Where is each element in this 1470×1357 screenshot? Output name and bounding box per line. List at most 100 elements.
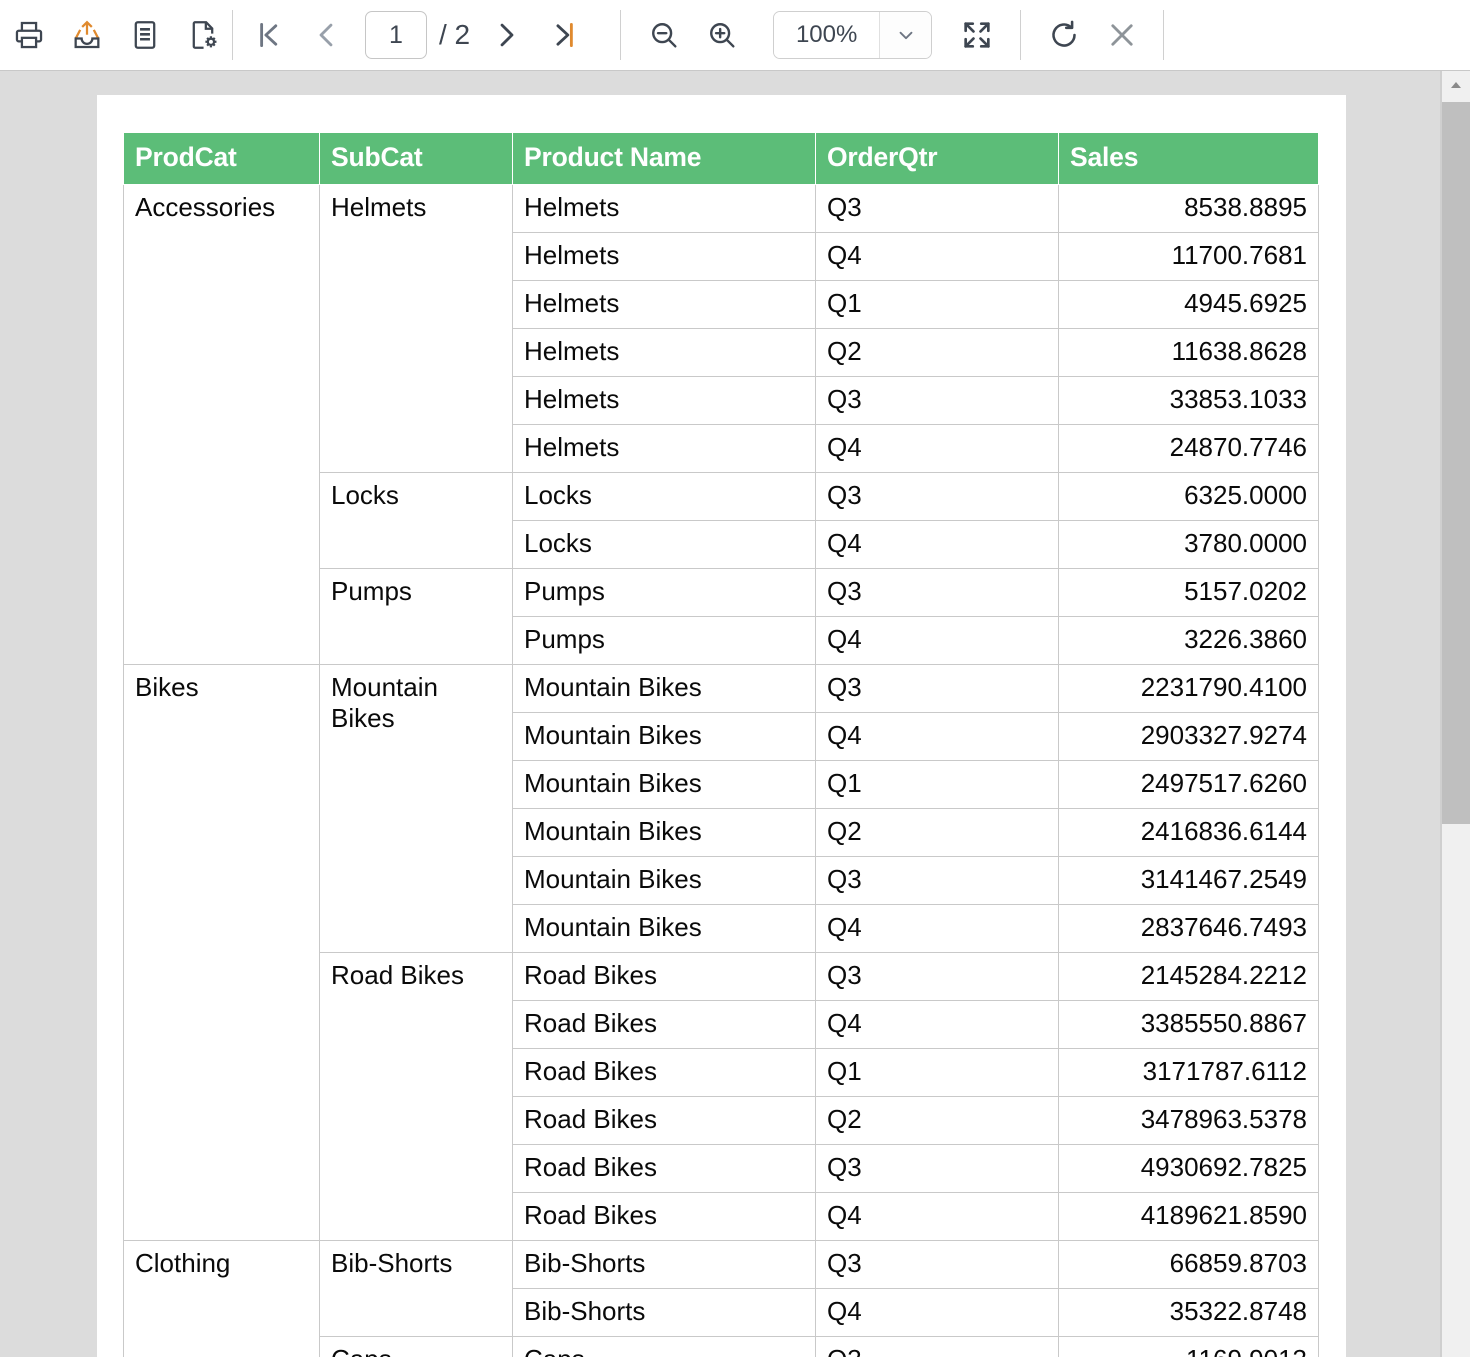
cell-orderqtr: Q1 [815, 1048, 1059, 1097]
cell-product-name: Helmets [512, 376, 816, 425]
report-table-body: Accessories Helmets Helmets Q3 8538.8895 Helm… [123, 184, 1319, 1357]
cell-product-name: Helmets [512, 328, 816, 377]
cell-orderqtr: Q3 [815, 856, 1059, 905]
cell-product-name: Road Bikes [512, 1192, 816, 1241]
report-viewer-canvas[interactable]: ProdCat SubCat Product Name OrderQtr Sal… [0, 71, 1441, 1357]
cell-product-name: Caps [512, 1336, 816, 1357]
cell-sales: 8538.8895 [1058, 184, 1319, 233]
cell-orderqtr: Q4 [815, 616, 1059, 665]
column-header-product-name[interactable]: Product Name [512, 132, 816, 185]
zoom-out-button[interactable] [635, 6, 693, 64]
cell-sales: 4930692.7825 [1058, 1144, 1319, 1193]
cell-sales: 6325.0000 [1058, 472, 1319, 521]
cell-sales: 24870.7746 [1058, 424, 1319, 473]
cell-orderqtr: Q3 [815, 952, 1059, 1001]
cell-orderqtr: Q4 [815, 904, 1059, 953]
page-setup-button[interactable] [174, 6, 232, 64]
cell-orderqtr: Q1 [815, 760, 1059, 809]
table-header-row: ProdCat SubCat Product Name OrderQtr Sal… [123, 132, 1319, 185]
cell-orderqtr: Q2 [815, 328, 1059, 377]
zoom-in-button[interactable] [693, 6, 751, 64]
cell-product-name: Road Bikes [512, 1144, 816, 1193]
table-row: Bikes Mountain Bikes Mountain Bikes Q3 22317… [123, 664, 1319, 1241]
vertical-scrollbar[interactable] [1441, 71, 1470, 1357]
zoom-dropdown-button[interactable] [879, 12, 932, 58]
cell-orderqtr: Q3 [815, 1336, 1059, 1357]
next-page-button[interactable] [478, 6, 536, 64]
page-number-input[interactable] [365, 11, 427, 59]
cell-product-name: Pumps [512, 568, 816, 617]
cell-prodcat: Accessories [123, 184, 320, 665]
close-icon [1111, 24, 1133, 46]
cell-product-name: Helmets [512, 232, 816, 281]
cell-product-name: Bib-Shorts [512, 1288, 816, 1337]
refresh-button[interactable] [1035, 6, 1093, 64]
cell-sales: 4189621.8590 [1058, 1192, 1319, 1241]
column-header-orderqtr[interactable]: OrderQtr [815, 132, 1059, 185]
cell-orderqtr: Q4 [815, 1288, 1059, 1337]
cell-sales: 2416836.6144 [1058, 808, 1319, 857]
cell-orderqtr: Q3 [815, 568, 1059, 617]
first-page-button[interactable] [239, 6, 297, 64]
cell-orderqtr: Q4 [815, 232, 1059, 281]
cell-orderqtr: Q4 [815, 712, 1059, 761]
chevron-down-icon [899, 31, 913, 40]
close-button[interactable] [1093, 6, 1151, 64]
cell-orderqtr: Q3 [815, 184, 1059, 233]
cell-subcat: Helmets [319, 184, 513, 473]
cell-product-name: Helmets [512, 280, 816, 329]
cell-orderqtr: Q4 [815, 1192, 1059, 1241]
cell-product-name: Mountain Bikes [512, 808, 816, 857]
cell-sales: 2145284.2212 [1058, 952, 1319, 1001]
cell-product-name: Helmets [512, 424, 816, 473]
cell-sales: 3385550.8867 [1058, 1000, 1319, 1049]
table-row: Accessories Helmets Helmets Q3 8538.8895 [123, 184, 1319, 665]
scrollbar-thumb[interactable] [1442, 102, 1470, 824]
first-page-icon [260, 22, 278, 48]
page-settings-icon [192, 21, 217, 49]
full-screen-button[interactable] [948, 6, 1006, 64]
cell-sales: 35322.8748 [1058, 1288, 1319, 1337]
cell-orderqtr: Q3 [815, 472, 1059, 521]
triangle-up-icon [1451, 82, 1461, 88]
export-button[interactable] [58, 6, 116, 64]
cell-orderqtr: Q3 [815, 664, 1059, 713]
cell-orderqtr: Q2 [815, 1096, 1059, 1145]
print-icon [15, 21, 43, 49]
print-button[interactable] [0, 6, 58, 64]
cell-subcat: Pumps [319, 568, 513, 665]
cell-sales: 4945.6925 [1058, 280, 1319, 329]
zoom-in-icon [710, 23, 735, 48]
toolbar-actions-group [1021, 0, 1151, 71]
cell-product-name: Mountain Bikes [512, 760, 816, 809]
zoom-level-select[interactable]: 100% [773, 11, 933, 59]
cell-product-name: Locks [512, 520, 816, 569]
scroll-up-button[interactable] [1442, 71, 1470, 99]
cell-sales: 5157.0202 [1058, 568, 1319, 617]
document-outline-icon [134, 21, 156, 49]
toolbar-file-group [0, 0, 232, 71]
cell-subcat: Locks [319, 472, 513, 569]
column-header-prodcat[interactable]: ProdCat [123, 132, 320, 185]
previous-page-button[interactable] [297, 6, 355, 64]
column-header-subcat[interactable]: SubCat [319, 132, 513, 185]
chevron-right-icon [500, 23, 514, 47]
cell-product-name: Mountain Bikes [512, 712, 816, 761]
cell-product-name: Road Bikes [512, 1048, 816, 1097]
cell-subcat: Bib-Shorts [319, 1240, 513, 1337]
cell-subcat: Road Bikes [319, 952, 513, 1241]
cell-prodcat: Clothing [123, 1240, 320, 1357]
zoom-out-icon [652, 23, 677, 48]
cell-sales: 1169.9013 [1058, 1336, 1319, 1357]
toggle-document-map-button[interactable] [116, 6, 174, 64]
report-table-head: ProdCat SubCat Product Name OrderQtr Sal… [123, 132, 1319, 185]
cell-product-name: Mountain Bikes [512, 856, 816, 905]
last-page-button[interactable] [536, 6, 594, 64]
cell-product-name: Road Bikes [512, 1096, 816, 1145]
cell-orderqtr: Q3 [815, 1144, 1059, 1193]
cell-orderqtr: Q1 [815, 280, 1059, 329]
cell-orderqtr: Q2 [815, 808, 1059, 857]
column-header-sales[interactable]: Sales [1058, 132, 1319, 185]
chevron-left-icon [319, 23, 333, 47]
cell-subcat: Caps [319, 1336, 513, 1357]
